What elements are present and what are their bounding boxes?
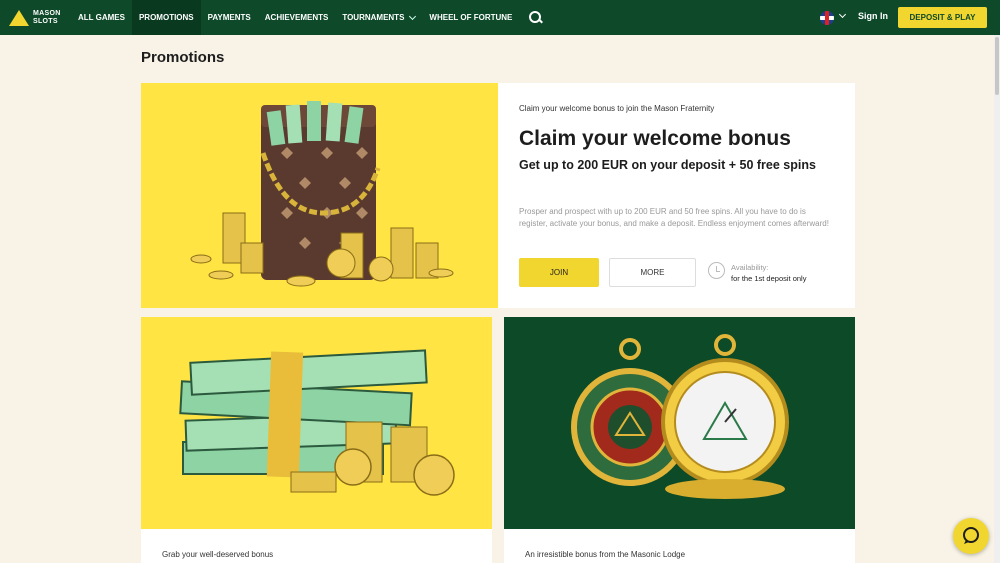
nav-tournaments-label: TOURNAMENTS xyxy=(342,13,405,22)
pocket-watch-image xyxy=(504,317,855,529)
uk-flag-icon[interactable] xyxy=(820,11,834,25)
pocket-watch-illustration xyxy=(571,334,789,499)
availability-value: for the 1st deposit only xyxy=(731,274,807,283)
nav-tournaments[interactable]: TOURNAMENTS xyxy=(335,0,422,35)
featured-promo-card: Claim your welcome bonus to join the Mas… xyxy=(141,83,855,308)
join-button[interactable]: JOIN xyxy=(519,258,599,287)
promo-card-caption: Grab your well-deserved bonus xyxy=(162,550,274,559)
promo-description: Prosper and prospect with up to 200 EUR … xyxy=(519,207,829,228)
chat-bubble-icon xyxy=(963,527,979,544)
nav-achievements[interactable]: ACHIEVEMENTS xyxy=(258,0,336,35)
nav-payments[interactable]: PAYMENTS xyxy=(201,0,258,35)
pyramid-icon xyxy=(9,9,29,26)
promo-card[interactable]: Grab your well-deserved bonus xyxy=(141,317,492,563)
availability-label: Availability: xyxy=(731,263,769,272)
sign-in-link[interactable]: Sign In xyxy=(858,11,888,21)
nav-all-games[interactable]: ALL GAMES xyxy=(71,0,132,35)
page-title: Promotions xyxy=(141,49,225,66)
promo-card-caption: An irresistible bonus from the Masonic L… xyxy=(525,550,686,559)
scrollbar-thumb[interactable] xyxy=(995,37,999,95)
money-bag-illustration xyxy=(190,101,454,287)
logo[interactable]: MASON SLOTS xyxy=(9,6,71,30)
cash-stack-image xyxy=(141,317,492,529)
chevron-down-icon xyxy=(409,12,417,20)
welcome-bonus-image xyxy=(141,83,498,308)
chat-button[interactable] xyxy=(953,518,989,554)
promo-pretitle: Claim your welcome bonus to join the Mas… xyxy=(519,104,715,113)
logo-text: MASON SLOTS xyxy=(33,9,61,25)
search-icon[interactable] xyxy=(529,10,543,25)
scrollbar[interactable] xyxy=(994,35,1000,563)
cash-stack-illustration xyxy=(179,349,455,496)
deposit-play-button[interactable]: DEPOSIT & PLAY xyxy=(898,7,987,28)
clock-icon xyxy=(708,262,725,279)
promo-subhead: Get up to 200 EUR on your deposit + 50 f… xyxy=(519,158,816,172)
nav-wheel-of-fortune[interactable]: WHEEL OF FORTUNE xyxy=(422,0,519,35)
promo-card[interactable]: An irresistible bonus from the Masonic L… xyxy=(504,317,855,563)
promo-headline: Claim your welcome bonus xyxy=(519,127,791,150)
nav-promotions[interactable]: PROMOTIONS xyxy=(131,0,201,35)
more-button[interactable]: MORE xyxy=(609,258,696,287)
top-nav: MASON SLOTS ALL GAMES PROMOTIONS PAYMENT… xyxy=(0,0,1000,35)
featured-promo-text: Claim your welcome bonus to join the Mas… xyxy=(519,83,855,308)
